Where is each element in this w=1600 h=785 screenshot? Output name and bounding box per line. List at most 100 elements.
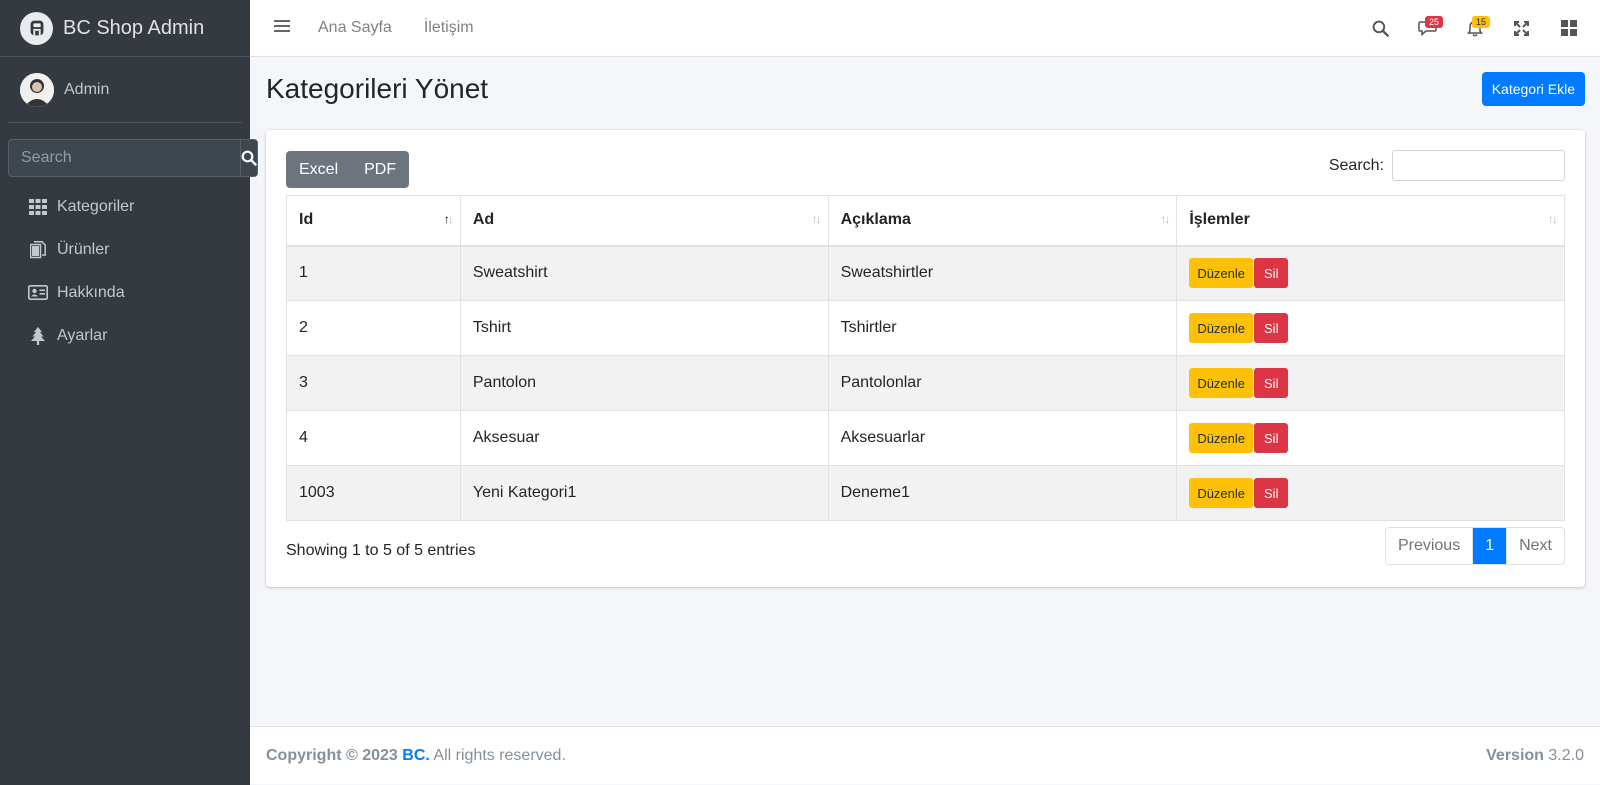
column-header-aciklama[interactable]: Açıklama ↑↓	[827, 195, 1178, 247]
column-header-islemler[interactable]: İşlemler ↑↓	[1176, 195, 1565, 247]
table-info: Showing 1 to 5 of 5 entries	[286, 542, 476, 559]
control-sidebar-icon[interactable]	[1545, 8, 1592, 48]
cell-actions: Düzenle Sil	[1176, 245, 1565, 301]
id-card-icon	[28, 283, 48, 303]
nav-link-contact[interactable]: İletişim	[424, 19, 474, 37]
page-title: Kategorileri Yönet	[266, 73, 489, 104]
cell-name: Yeni Kategori1	[459, 465, 829, 521]
sidebar-item-label: Hakkında	[57, 283, 125, 301]
footer-copyright: Copyright © 2023 BC. All rights reserved…	[266, 747, 566, 765]
table-row: 4 Aksesuar Aksesuarlar Düzenle Sil	[286, 410, 1565, 466]
footer-version: Version 3.2.0	[1486, 747, 1584, 765]
column-header-ad[interactable]: Ad ↑↓	[459, 195, 829, 247]
cell-actions: Düzenle Sil	[1176, 300, 1565, 356]
sidebar-item-hakkinda[interactable]: Hakkında	[0, 271, 250, 314]
excel-export-button[interactable]: Excel	[286, 151, 351, 188]
cell-name: Aksesuar	[459, 410, 829, 466]
messages-badge: 25	[1424, 16, 1443, 28]
tree-icon	[28, 326, 48, 346]
cell-description: Aksesuarlar	[827, 410, 1178, 466]
cell-id: 2	[286, 300, 461, 356]
export-buttons: Excel PDF	[286, 151, 410, 188]
delete-button[interactable]: Sil	[1254, 313, 1289, 343]
cell-name: Tshirt	[459, 300, 829, 356]
sidebar-item-ayarlar[interactable]: Ayarlar	[0, 314, 250, 357]
cell-id: 1003	[286, 465, 461, 521]
cell-actions: Düzenle Sil	[1176, 355, 1565, 411]
edit-button[interactable]: Düzenle	[1189, 478, 1254, 508]
rights-text: All rights reserved.	[433, 746, 566, 764]
notifications-icon[interactable]: 15	[1451, 8, 1498, 48]
categories-card: Excel PDF Search: Id ↑↓ Ad ↑↓ Açıklama ↑↓ İ…	[266, 130, 1585, 587]
search-icon	[241, 150, 257, 166]
footer: Copyright © 2023 BC. All rights reserved…	[250, 726, 1600, 784]
cell-description: Deneme1	[827, 465, 1178, 521]
table-row: 3 Pantolon Pantolonlar Düzenle Sil	[286, 355, 1565, 411]
sidebar-item-kategoriler[interactable]: Kategoriler	[0, 185, 250, 228]
cell-id: 1	[286, 245, 461, 301]
menu-toggle-icon[interactable]	[274, 19, 294, 38]
table-row: 1 Sweatshirt Sweatshirtler Düzenle Sil	[286, 245, 1565, 301]
messages-icon[interactable]: 25	[1404, 8, 1451, 48]
sidebar-item-urunler[interactable]: Ürünler	[0, 228, 250, 271]
table-row: 1003 Yeni Kategori1 Deneme1 Düzenle Sil	[286, 465, 1565, 521]
brand-name: BC Shop Admin	[63, 16, 205, 39]
sidebar-search-button[interactable]	[240, 139, 258, 177]
sidebar-search	[8, 139, 258, 177]
edit-button[interactable]: Düzenle	[1189, 423, 1254, 453]
cell-description: Sweatshirtler	[827, 245, 1178, 301]
version-label: Version	[1486, 746, 1544, 764]
copyright-text: Copyright © 2023	[266, 746, 398, 764]
sort-icon: ↑↓	[1548, 212, 1558, 226]
pagination-page[interactable]: 1	[1473, 528, 1507, 564]
copy-icon	[28, 240, 48, 260]
cell-description: Pantolonlar	[827, 355, 1178, 411]
user-panel[interactable]: Admin	[8, 57, 242, 123]
table-header-row: Id ↑↓ Ad ↑↓ Açıklama ↑↓ İşlemler ↑↓	[286, 195, 1565, 247]
pagination-next[interactable]: Next	[1506, 528, 1564, 564]
cell-name: Pantolon	[459, 355, 829, 411]
categories-table: Id ↑↓ Ad ↑↓ Açıklama ↑↓ İşlemler ↑↓ 1 Sweats…	[286, 195, 1565, 521]
sidebar: BC Shop Admin Admin Kategoriler Ürünler …	[0, 0, 258, 785]
delete-button[interactable]: Sil	[1254, 258, 1289, 289]
version-number: 3.2.0	[1548, 746, 1584, 764]
sidebar-item-label: Ayarlar	[57, 326, 108, 344]
table-search-label: Search:	[1328, 156, 1384, 174]
table-search: Search:	[1329, 150, 1565, 181]
brand-link[interactable]: BC Shop Admin	[0, 0, 250, 57]
delete-button[interactable]: Sil	[1254, 478, 1289, 508]
cell-id: 3	[286, 355, 461, 411]
pdf-export-button[interactable]: PDF	[351, 151, 409, 188]
pagination: Previous 1 Next	[1384, 527, 1565, 565]
top-navbar: Ana Sayfa İletişim 25 15	[250, 0, 1600, 57]
edit-button[interactable]: Düzenle	[1189, 313, 1254, 343]
sort-icon: ↑↓	[1160, 212, 1170, 226]
nav-link-home[interactable]: Ana Sayfa	[318, 19, 392, 37]
edit-button[interactable]: Düzenle	[1189, 368, 1254, 398]
table-row: 2 Tshirt Tshirtler Düzenle Sil	[286, 300, 1565, 356]
sort-icon: ↑↓	[811, 212, 822, 226]
sidebar-search-input[interactable]	[8, 139, 240, 177]
sidebar-item-label: Kategoriler	[57, 197, 135, 215]
user-name[interactable]: Admin	[64, 81, 109, 99]
delete-button[interactable]: Sil	[1254, 423, 1289, 453]
cell-id: 4	[286, 410, 461, 466]
column-header-id[interactable]: Id ↑↓	[286, 195, 461, 247]
pagination-previous[interactable]: Previous	[1386, 528, 1474, 564]
cell-description: Tshirtler	[827, 300, 1178, 356]
add-category-button[interactable]: Kategori Ekle	[1481, 72, 1585, 106]
table-search-input[interactable]	[1392, 150, 1565, 181]
edit-button[interactable]: Düzenle	[1189, 258, 1254, 289]
search-icon[interactable]	[1357, 8, 1404, 48]
sort-asc-icon: ↑↓	[443, 212, 454, 226]
sidebar-item-label: Ürünler	[57, 240, 110, 258]
avatar	[20, 72, 54, 107]
cell-actions: Düzenle Sil	[1176, 410, 1565, 466]
cell-actions: Düzenle Sil	[1176, 465, 1565, 521]
cell-name: Sweatshirt	[459, 245, 829, 301]
footer-brand-link[interactable]: BC.	[402, 747, 430, 764]
brand-logo-icon	[20, 11, 53, 45]
delete-button[interactable]: Sil	[1254, 368, 1289, 398]
notifications-badge: 15	[1471, 16, 1490, 28]
fullscreen-icon[interactable]	[1498, 8, 1545, 48]
